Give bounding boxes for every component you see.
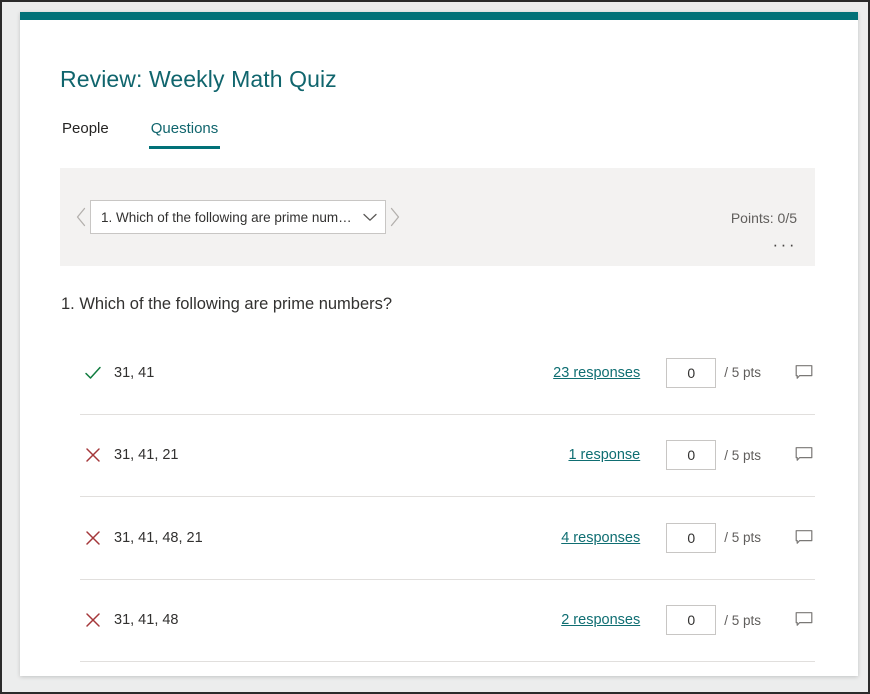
responses-link[interactable]: 2 responses [465, 612, 640, 628]
score-group: / 5 pts [666, 522, 761, 553]
tab-people[interactable]: People [60, 120, 111, 149]
chevron-left-icon[interactable] [72, 200, 90, 234]
points-summary: Points: 0/5 [730, 210, 797, 226]
score-input[interactable] [666, 440, 717, 471]
table-row: 31, 41, 21 1 response / 5 pts [80, 415, 815, 497]
score-input[interactable] [666, 357, 717, 388]
cross-icon [80, 607, 106, 633]
table-row: 31, 41 23 responses / 5 pts [80, 332, 815, 415]
question-navigator: 1. Which of the following are prime num… [72, 200, 404, 234]
window-content: Review: Weekly Math Quiz People Question… [20, 20, 858, 676]
tab-bar: People Questions [60, 120, 258, 149]
screenshot-root: Review: Weekly Math Quiz People Question… [0, 0, 870, 694]
question-heading: 1. Which of the following are prime numb… [61, 295, 393, 313]
comment-bubble-icon[interactable] [793, 527, 815, 549]
responses-link[interactable]: 1 response [465, 447, 640, 463]
score-input[interactable] [666, 605, 717, 636]
cross-icon [80, 442, 106, 468]
question-selector-strip: 1. Which of the following are prime num… [60, 168, 815, 266]
chevron-right-icon[interactable] [386, 200, 404, 234]
responses-link[interactable]: 23 responses [465, 365, 640, 381]
score-group: / 5 pts [666, 440, 761, 471]
comment-bubble-icon[interactable] [793, 609, 815, 631]
score-suffix: / 5 pts [724, 447, 761, 463]
page-title: Review: Weekly Math Quiz [60, 66, 337, 92]
comment-bubble-icon[interactable] [793, 444, 815, 466]
accent-top-bar [20, 12, 858, 20]
question-select-value: 1. Which of the following are prime num… [101, 209, 352, 225]
score-suffix: / 5 pts [724, 365, 761, 381]
comment-bubble-icon[interactable] [793, 362, 815, 384]
answer-option-list: 31, 41 23 responses / 5 pts [80, 332, 815, 662]
more-options-button[interactable]: ··· [773, 236, 797, 253]
table-row: 31, 41, 48, 21 4 responses / 5 pts [80, 497, 815, 580]
tab-people-label: People [62, 120, 109, 137]
answer-option-text: 31, 41, 48, 21 [114, 529, 203, 546]
tab-questions-label: Questions [150, 120, 219, 137]
score-group: / 5 pts [666, 357, 761, 388]
score-suffix: / 5 pts [724, 530, 761, 546]
quiz-review-window: Review: Weekly Math Quiz People Question… [20, 12, 858, 676]
score-input[interactable] [666, 522, 717, 553]
table-row: 31, 41, 48 2 responses / 5 pts [80, 580, 815, 662]
chevron-down-icon [363, 213, 377, 222]
question-select-dropdown[interactable]: 1. Which of the following are prime num… [90, 200, 386, 234]
answer-option-text: 31, 41 [114, 364, 155, 381]
score-group: / 5 pts [666, 605, 761, 636]
answer-option-text: 31, 41, 21 [114, 447, 179, 464]
check-icon [80, 360, 106, 386]
tab-questions[interactable]: Questions [148, 120, 221, 149]
cross-icon [80, 525, 106, 551]
answer-option-text: 31, 41, 48 [114, 612, 179, 629]
tab-active-underline [148, 146, 221, 149]
score-suffix: / 5 pts [724, 612, 761, 628]
responses-link[interactable]: 4 responses [465, 530, 640, 546]
